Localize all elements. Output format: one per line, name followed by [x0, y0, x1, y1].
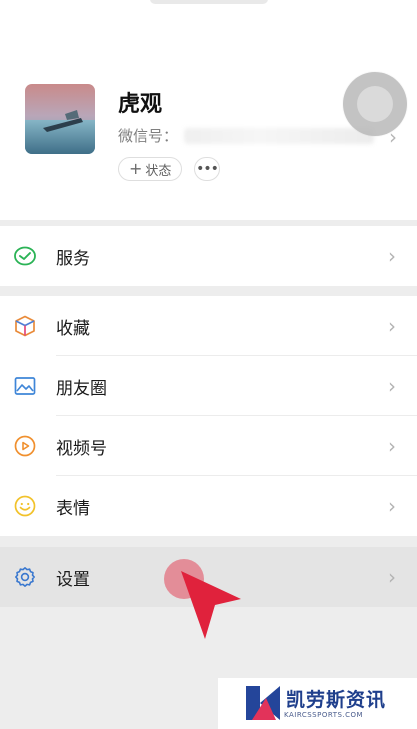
status-bar-notch [150, 0, 268, 4]
menu-item-label: 服务 [56, 248, 90, 269]
menu-item-stickers[interactable]: 表情 › [0, 476, 417, 536]
assistive-touch-inner [357, 86, 393, 122]
plus-icon: + [129, 159, 143, 178]
menu-item-label: 视频号 [56, 438, 107, 459]
avatar[interactable] [25, 84, 95, 154]
gear-icon [13, 565, 37, 589]
video-channel-icon [13, 434, 37, 458]
watermark-name: 凯劳斯资讯 [286, 689, 387, 711]
assistive-touch-ball[interactable] [343, 72, 407, 136]
wechat-pay-check-icon [13, 244, 37, 268]
status-button[interactable]: + 状态 [118, 157, 183, 181]
wechat-id-label: 微信号： [118, 127, 179, 145]
wechat-id-row[interactable]: 微信号： [118, 125, 375, 146]
photo-icon [13, 374, 37, 398]
menu-item-label: 收藏 [56, 318, 90, 339]
more-button[interactable]: ••• [194, 157, 220, 181]
smiley-icon [13, 494, 37, 518]
main-menu-section: 收藏 › 朋友圈 › 视频号 › 表情 › [0, 296, 417, 536]
chevron-right-icon: › [388, 244, 396, 268]
pointer-arrow-icon [175, 565, 245, 649]
chevron-right-icon: › [388, 314, 396, 338]
chevron-right-icon: › [388, 374, 396, 398]
menu-item-service[interactable]: 服务 › [0, 226, 417, 286]
chevron-right-icon: › [388, 434, 396, 458]
brand-k-logo-icon [244, 684, 282, 726]
watermark-url: KAIRCSSPORTS.COM [284, 711, 364, 719]
menu-item-favorites[interactable]: 收藏 › [0, 296, 417, 356]
menu-item-channels[interactable]: 视频号 › [0, 416, 417, 476]
menu-item-label: 设置 [56, 569, 90, 590]
profile-header[interactable]: 虎观 微信号： + 状态 ••• › [0, 0, 417, 220]
chevron-right-icon: › [388, 494, 396, 518]
menu-item-label: 表情 [56, 498, 90, 519]
nickname: 虎观 [118, 92, 163, 117]
wechat-id-value-blurred [184, 127, 375, 144]
chevron-right-icon: › [388, 565, 396, 589]
service-section: 服务 › [0, 226, 417, 286]
menu-item-label: 朋友圈 [56, 378, 107, 399]
more-dots-icon: ••• [196, 161, 219, 177]
status-label: 状态 [145, 163, 172, 179]
cube-icon [13, 314, 37, 338]
menu-item-moments[interactable]: 朋友圈 › [0, 356, 417, 416]
watermark-logo: 凯劳斯资讯 KAIRCSSPORTS.COM [218, 678, 417, 729]
